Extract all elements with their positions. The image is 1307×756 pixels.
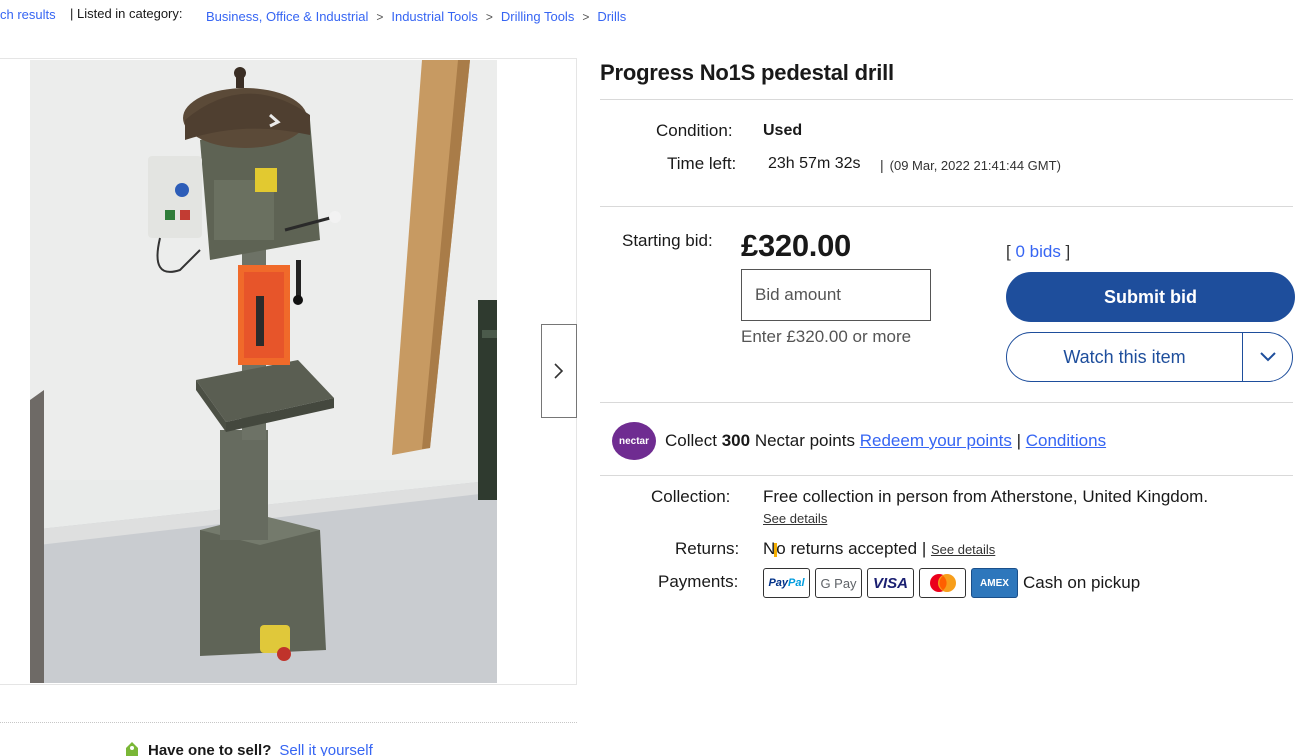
- nectar-points-row: nectar Collect 300 Nectar points Redeem …: [612, 422, 1106, 460]
- returns-see-details-link[interactable]: See details: [931, 542, 995, 557]
- google-pay-icon: G Pay: [815, 568, 862, 598]
- mastercard-icon: [919, 568, 966, 598]
- nectar-logo-icon: nectar: [612, 422, 656, 460]
- payments-label: Payments:: [658, 572, 739, 591]
- collection-label: Collection:: [651, 487, 731, 506]
- bids-bracket-close: ]: [1060, 242, 1071, 261]
- category-path: Business, Office & Industrial > Industri…: [206, 9, 626, 24]
- bid-hint: Enter £320.00 or more: [741, 327, 912, 346]
- breadcrumb-separator: >: [485, 9, 493, 24]
- sell-prompt: Have one to sell? Sell it yourself: [124, 741, 373, 756]
- returns-label: Returns:: [675, 539, 740, 558]
- nectar-points-count: 300: [721, 431, 751, 450]
- tag-icon: [126, 742, 138, 756]
- chevron-down-icon: [1259, 352, 1276, 362]
- end-time-value: (09 Mar, 2022 21:41:44 GMT): [889, 158, 1061, 173]
- returns-value-rest: o returns accepted: [776, 539, 918, 558]
- breadcrumb-separator: >: [582, 9, 590, 24]
- watch-this-item-button[interactable]: Watch this item: [1007, 333, 1242, 381]
- returns-separator: |: [917, 539, 931, 558]
- time-left-label: Time left:: [667, 154, 737, 173]
- breadcrumb-business-office-industrial[interactable]: Business, Office & Industrial: [206, 9, 368, 24]
- time-left-value: 23h 57m 32s: [768, 155, 861, 172]
- divider: [600, 475, 1293, 476]
- paypal-icon: Pay Pal: [763, 568, 810, 598]
- payment-methods: Pay Pal G Pay VISA AMEX Cash on pickup: [763, 568, 1140, 598]
- divider: [600, 402, 1293, 403]
- nectar-conditions-link[interactable]: Conditions: [1026, 431, 1106, 451]
- breadcrumb-drills[interactable]: Drills: [597, 9, 626, 24]
- amex-icon: AMEX: [971, 568, 1018, 598]
- collection-value: Free collection in person from Atherston…: [763, 487, 1209, 506]
- bids-count-link[interactable]: 0 bids: [1015, 242, 1060, 261]
- visa-icon: VISA: [867, 568, 914, 598]
- product-photo[interactable]: [30, 60, 497, 683]
- divider: [600, 206, 1293, 207]
- listed-in-category-label: | Listed in category:: [70, 6, 183, 21]
- watch-button-group: Watch this item: [1006, 332, 1293, 382]
- breadcrumb-industrial-tools[interactable]: Industrial Tools: [391, 9, 477, 24]
- divider: [600, 99, 1293, 100]
- sell-question: Have one to sell?: [148, 741, 272, 756]
- breadcrumb-separator: >: [376, 9, 384, 24]
- starting-bid-label: Starting bid:: [622, 231, 713, 250]
- bids-count: [ 0 bids ]: [1006, 242, 1070, 262]
- item-title: Progress No1S pedestal drill: [600, 60, 894, 85]
- back-to-search-results-link[interactable]: ch results: [0, 7, 56, 22]
- sell-it-yourself-link[interactable]: Sell it yourself: [279, 742, 372, 756]
- chevron-right-icon: [554, 363, 564, 379]
- end-time: | (09 Mar, 2022 21:41:44 GMT): [880, 157, 1061, 173]
- submit-bid-button[interactable]: Submit bid: [1006, 272, 1295, 322]
- condition-label: Condition:: [656, 121, 733, 140]
- watch-dropdown-button[interactable]: [1242, 333, 1292, 381]
- nectar-separator: |: [1016, 431, 1022, 450]
- redeem-points-link[interactable]: Redeem your points: [860, 431, 1012, 451]
- next-image-button[interactable]: [541, 324, 577, 418]
- bid-amount-input[interactable]: [741, 269, 931, 321]
- nectar-points-suffix: Nectar points: [754, 431, 855, 450]
- divider: [0, 722, 577, 723]
- cash-on-pickup-label: Cash on pickup: [1023, 573, 1141, 592]
- nectar-collect-label: Collect: [665, 431, 717, 450]
- condition-value: Used: [763, 122, 803, 139]
- starting-bid-price: £320.00: [741, 228, 851, 263]
- collection-see-details-link[interactable]: See details: [763, 511, 827, 526]
- breadcrumb-drilling-tools[interactable]: Drilling Tools: [501, 9, 574, 24]
- returns-value: No returns accepted | See details: [763, 539, 995, 559]
